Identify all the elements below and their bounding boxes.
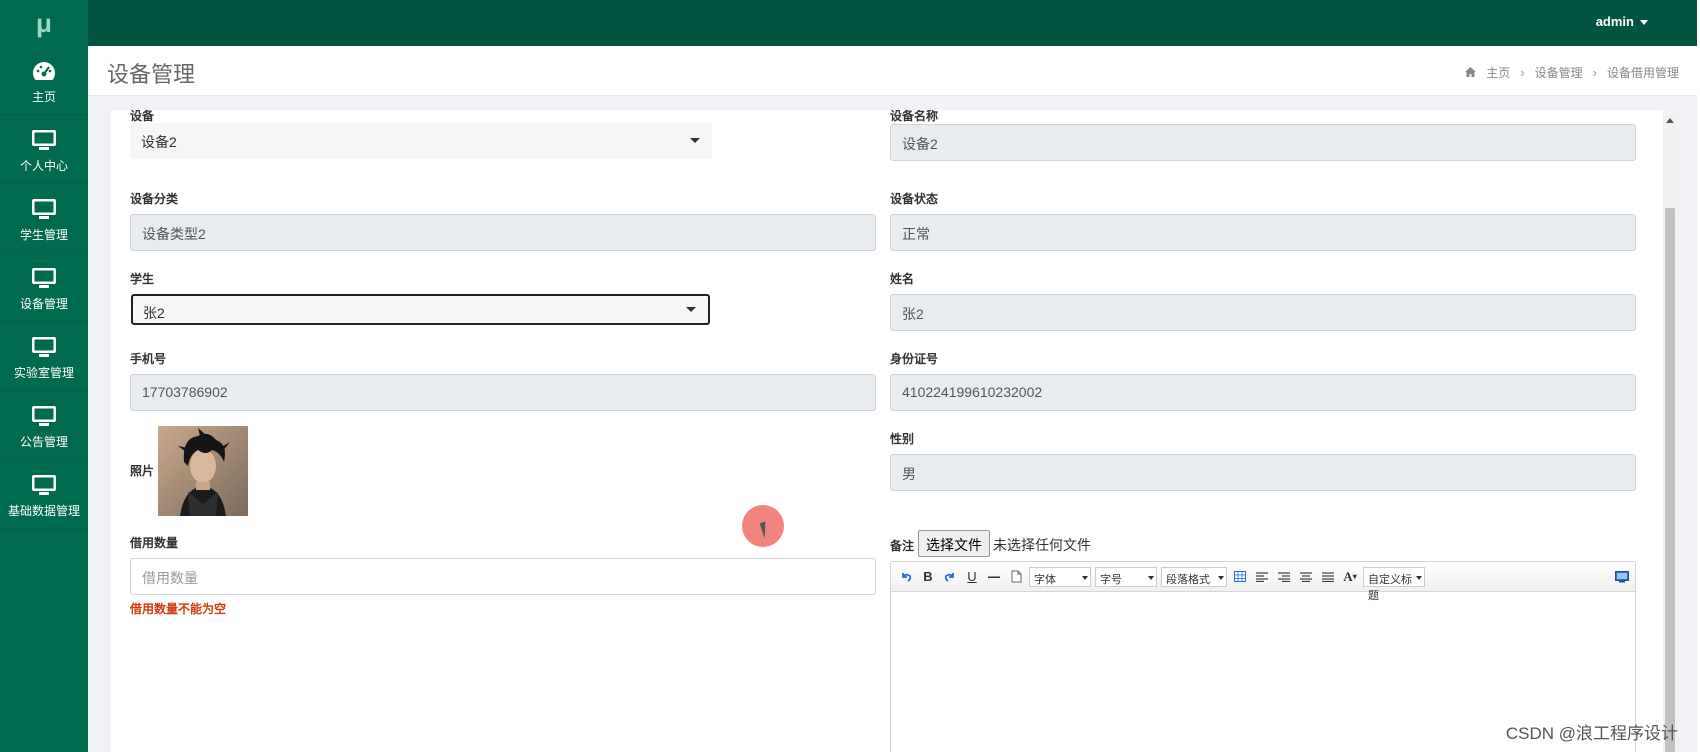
sidebar-item-students[interactable]: 学生管理: [0, 184, 88, 253]
breadcrumb-home[interactable]: 主页: [1486, 64, 1510, 81]
name-label: 姓名: [890, 272, 915, 286]
device-status-field[interactable]: 正常: [890, 214, 1636, 251]
form-panel: 设备 设备2 设备名称 设备2 设备分类 设备类型2 设备状态 正常 学生 张2…: [111, 110, 1663, 752]
document-icon[interactable]: [1007, 567, 1025, 587]
sidebar-item-label: 基础数据管理: [7, 503, 80, 518]
username: admin: [1595, 14, 1634, 29]
scrollbar[interactable]: [1663, 110, 1677, 752]
id-number-label: 身份证号: [890, 352, 939, 366]
chevron-right-icon: ›: [1520, 65, 1525, 80]
breadcrumb: 主页 › 设备管理 › 设备借用管理: [1465, 64, 1679, 81]
align-left-icon[interactable]: [1253, 567, 1271, 587]
sidebar: μ 主页 个人中心 学生管理 设备管理 实验室管理 公告管理 基础数据管理: [0, 0, 88, 752]
user-menu[interactable]: admin: [1596, 14, 1648, 29]
font-family-select[interactable]: 字体: [1029, 566, 1091, 587]
app-root: μ 主页 个人中心 学生管理 设备管理 实验室管理 公告管理 基础数据管理 ad…: [0, 0, 1700, 752]
watermark: CSDN @浪工程序设计: [1505, 724, 1678, 743]
chevron-down-icon: [1148, 575, 1154, 580]
phone-field[interactable]: 17703786902: [130, 374, 876, 411]
monitor-icon: [31, 401, 57, 431]
device-select-value: 设备2: [141, 134, 177, 150]
chevron-down-icon: [1218, 575, 1224, 580]
undo-icon[interactable]: [897, 567, 915, 587]
sidebar-item-home[interactable]: 主页: [0, 46, 88, 115]
dashboard-icon: [32, 56, 56, 86]
scroll-up-arrow-icon[interactable]: [1666, 118, 1674, 123]
caret-down-icon: [1640, 20, 1648, 26]
app-logo: μ: [36, 7, 52, 38]
breadcrumb-devices[interactable]: 设备管理: [1535, 64, 1583, 81]
sidebar-item-labs[interactable]: 实验室管理: [0, 322, 88, 391]
align-center-icon[interactable]: [1297, 567, 1315, 587]
font-family-value: 字体: [1034, 573, 1056, 586]
align-right-icon[interactable]: [1275, 567, 1293, 587]
paragraph-format-select[interactable]: 段落格式: [1161, 566, 1227, 587]
choose-file-button[interactable]: 选择文件: [918, 530, 990, 557]
align-justify-icon[interactable]: [1319, 567, 1337, 587]
remark-label: 备注: [890, 539, 915, 553]
sidebar-item-label: 学生管理: [19, 227, 68, 242]
device-status-label: 设备状态: [890, 192, 939, 206]
student-select[interactable]: 张2: [131, 294, 710, 325]
breadcrumb-device-borrow: 设备借用管理: [1606, 66, 1679, 80]
font-size-select[interactable]: 字号: [1095, 566, 1157, 587]
monitor-icon: [31, 194, 57, 224]
chevron-right-icon: ›: [1592, 65, 1597, 80]
student-label: 学生: [130, 272, 155, 286]
monitor-icon: [31, 125, 57, 155]
device-select[interactable]: 设备2: [130, 123, 712, 159]
id-number-field[interactable]: 410224199610232002: [890, 374, 1636, 411]
paragraph-format-value: 段落格式: [1166, 573, 1210, 586]
borrow-count-label: 借用数量: [130, 536, 179, 550]
source-code-icon[interactable]: [1613, 567, 1631, 587]
sidebar-item-label: 主页: [31, 89, 56, 104]
sidebar-item-notices[interactable]: 公告管理: [0, 391, 88, 460]
chevron-down-icon: ▾: [1352, 572, 1357, 581]
gender-label: 性别: [890, 432, 915, 446]
table-icon[interactable]: [1231, 567, 1249, 587]
borrow-count-error: 借用数量不能为空: [130, 602, 227, 616]
student-photo: [158, 426, 248, 521]
sidebar-item-label: 设备管理: [19, 296, 68, 311]
chevron-down-icon: [1416, 575, 1422, 580]
chevron-down-icon: [1082, 575, 1088, 580]
font-color-button[interactable]: A ▾: [1341, 567, 1359, 587]
sidebar-item-devices[interactable]: 设备管理: [0, 253, 88, 322]
top-bar: admin: [88, 0, 1700, 46]
gender-field[interactable]: 男: [890, 454, 1636, 491]
font-color-glyph: A: [1343, 568, 1353, 584]
device-category-field[interactable]: 设备类型2: [130, 214, 876, 251]
sidebar-item-label: 实验室管理: [13, 365, 74, 380]
home-icon: [1465, 66, 1477, 80]
underline-button[interactable]: U: [963, 567, 981, 587]
chevron-down-icon: [690, 138, 700, 143]
page-header: 设备管理 主页 › 设备管理 › 设备借用管理: [88, 46, 1697, 96]
device-name-field[interactable]: 设备2: [890, 124, 1636, 161]
name-field[interactable]: 张2: [890, 294, 1636, 331]
page-title: 设备管理: [107, 62, 196, 87]
bold-button[interactable]: B: [919, 567, 937, 587]
phone-label: 手机号: [130, 352, 167, 366]
sidebar-item-base-data[interactable]: 基础数据管理: [0, 460, 88, 529]
file-status: 未选择任何文件: [993, 537, 1091, 553]
horizontal-rule-icon[interactable]: [985, 567, 1003, 587]
chevron-down-icon: [686, 307, 696, 312]
monitor-icon: [31, 470, 57, 500]
monitor-icon: [31, 332, 57, 362]
sidebar-item-personal-center[interactable]: 个人中心: [0, 115, 88, 184]
redo-icon[interactable]: [941, 567, 959, 587]
borrow-count-input[interactable]: 借用数量: [130, 558, 876, 595]
scrollbar-thumb[interactable]: [1665, 208, 1675, 752]
custom-title-select[interactable]: 自定义标题: [1363, 566, 1425, 602]
sidebar-item-label: 公告管理: [19, 434, 68, 449]
editor-toolbar: B U 字体 字号 段落格式 A ▾ 自定义标题: [891, 562, 1635, 602]
student-select-value: 张2: [143, 305, 165, 321]
monitor-icon: [31, 263, 57, 293]
photo-label: 照片: [130, 464, 155, 478]
font-size-value: 字号: [1100, 573, 1122, 586]
device-name-label: 设备名称: [890, 110, 939, 123]
sidebar-item-label: 个人中心: [19, 158, 68, 173]
device-category-label: 设备分类: [130, 192, 179, 206]
device-label: 设备: [130, 110, 155, 123]
